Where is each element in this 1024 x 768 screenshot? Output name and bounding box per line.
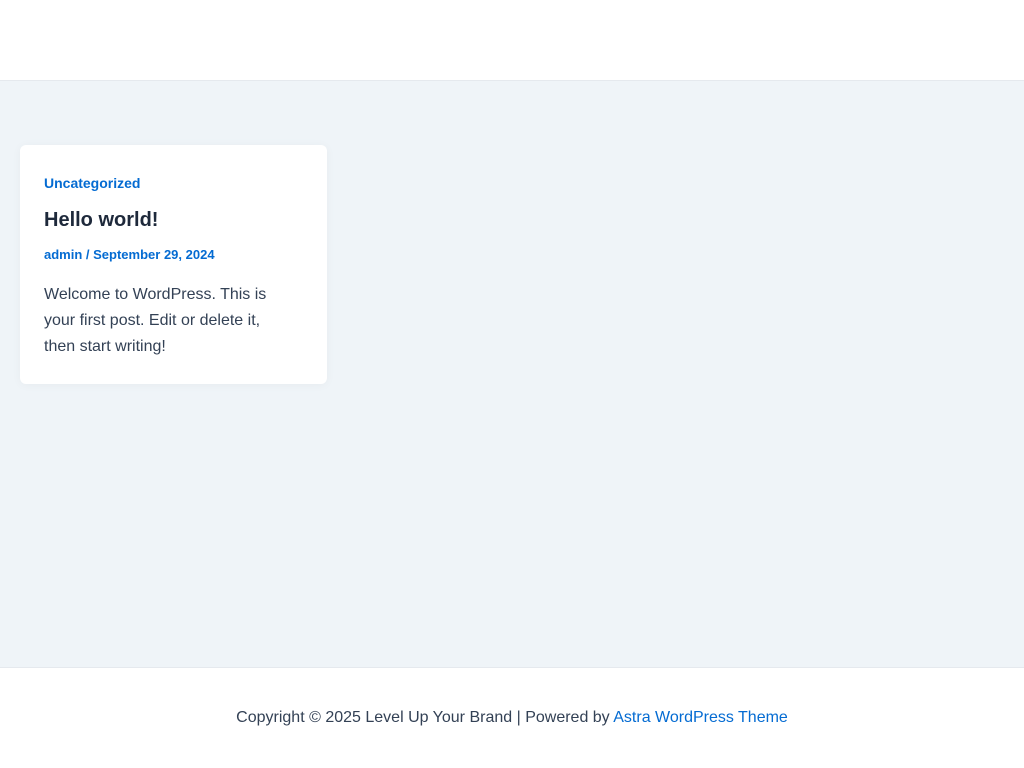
site-footer: Copyright © 2025 Level Up Your Brand | P…	[0, 667, 1024, 768]
site-header	[0, 0, 1024, 81]
site-content: Uncategorized Hello world! admin / Septe…	[0, 81, 1024, 667]
post-date-link[interactable]: September 29, 2024	[93, 247, 214, 262]
post-author-link[interactable]: admin	[44, 247, 82, 262]
post-excerpt: Welcome to WordPress. This is your first…	[44, 286, 267, 355]
footer-theme-link[interactable]: Astra WordPress Theme	[613, 709, 788, 726]
post-title-link[interactable]: Hello world!	[44, 209, 158, 232]
footer-copyright-text: Copyright © 2025 Level Up Your Brand | P…	[236, 709, 614, 726]
footer-copyright: Copyright © 2025 Level Up Your Brand | P…	[0, 709, 1024, 727]
post-meta: admin / September 29, 2024	[44, 247, 215, 262]
post-meta-separator: /	[82, 247, 94, 262]
post-category-link[interactable]: Uncategorized	[44, 175, 140, 191]
post-card: Uncategorized Hello world! admin / Septe…	[20, 145, 327, 384]
